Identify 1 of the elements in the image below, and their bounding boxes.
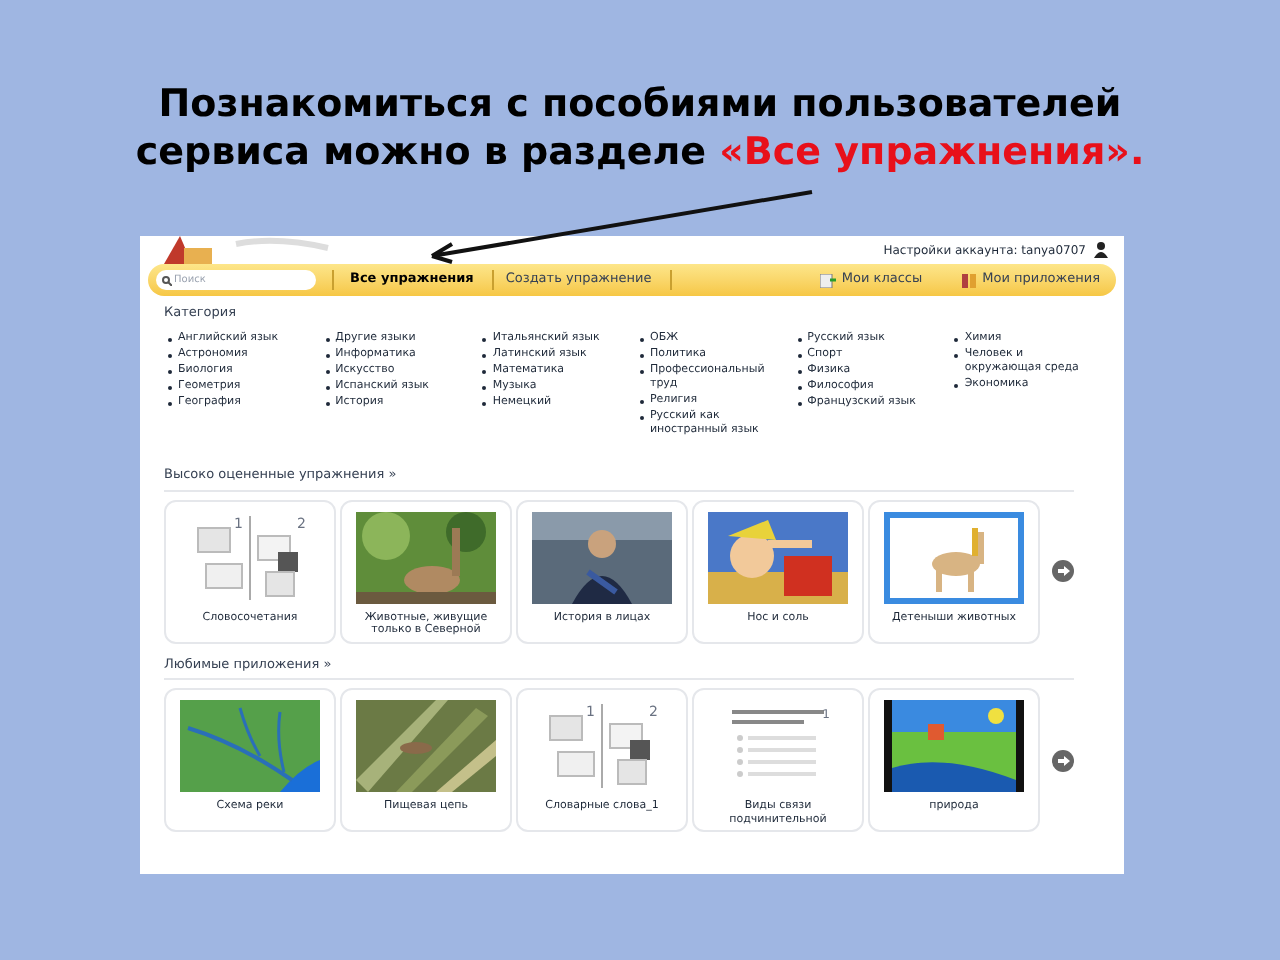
slide-title: Познакомиться с пособиями пользователей сервиса можно в разделе «Все упражнения». <box>133 80 1147 176</box>
